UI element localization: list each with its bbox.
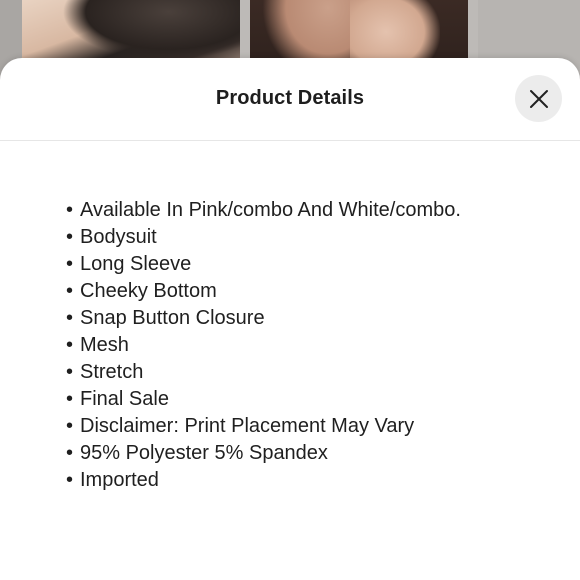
list-item-text: Snap Button Closure (80, 307, 265, 329)
list-item: • Available In Pink/combo And White/combo… (66, 197, 461, 224)
list-item-text: Available In Pink/combo And White/combo. (80, 199, 461, 221)
product-details-list: • Available In Pink/combo And White/combo… (66, 197, 461, 494)
list-item: • Bodysuit (66, 224, 461, 251)
bullet: • (66, 388, 74, 410)
bullet: • (66, 307, 74, 329)
list-item: • Final Sale (66, 386, 461, 413)
list-item: • Disclaimer: Print Placement May Vary (66, 413, 461, 440)
product-details-sheet: Product Details • Available In Pink/combo… (0, 58, 580, 580)
list-item: • Long Sleeve (66, 251, 461, 278)
list-item-text: Imported (80, 469, 159, 491)
bullet: • (66, 280, 74, 302)
bullet: • (66, 334, 74, 356)
list-item: • Stretch (66, 359, 461, 386)
list-item-text: Long Sleeve (80, 253, 192, 275)
bullet: • (66, 199, 74, 221)
close-button[interactable] (515, 75, 562, 122)
list-item: • Imported (66, 467, 461, 494)
list-item: • 95% Polyester 5% Spandex (66, 440, 461, 467)
screen: Product Details • Available In Pink/combo… (0, 0, 580, 580)
list-item-text: Cheeky Bottom (80, 280, 217, 302)
bullet: • (66, 361, 74, 383)
list-item-text: Stretch (80, 361, 144, 383)
close-icon (529, 89, 549, 109)
list-item: • Mesh (66, 332, 461, 359)
bullet: • (66, 253, 74, 275)
bullet: • (66, 226, 74, 248)
list-item-text: Bodysuit (80, 226, 157, 248)
list-item-text: Mesh (80, 334, 129, 356)
bullet: • (66, 415, 74, 437)
list-item: • Cheeky Bottom (66, 278, 461, 305)
bullet: • (66, 442, 74, 464)
list-item-text: Final Sale (80, 388, 169, 410)
list-item-text: 95% Polyester 5% Spandex (80, 442, 328, 464)
list-item: • Snap Button Closure (66, 305, 461, 332)
bullet: • (66, 469, 74, 491)
sheet-header: Product Details (0, 58, 580, 141)
list-item-text: Disclaimer: Print Placement May Vary (80, 415, 415, 437)
sheet-title: Product Details (215, 87, 365, 109)
